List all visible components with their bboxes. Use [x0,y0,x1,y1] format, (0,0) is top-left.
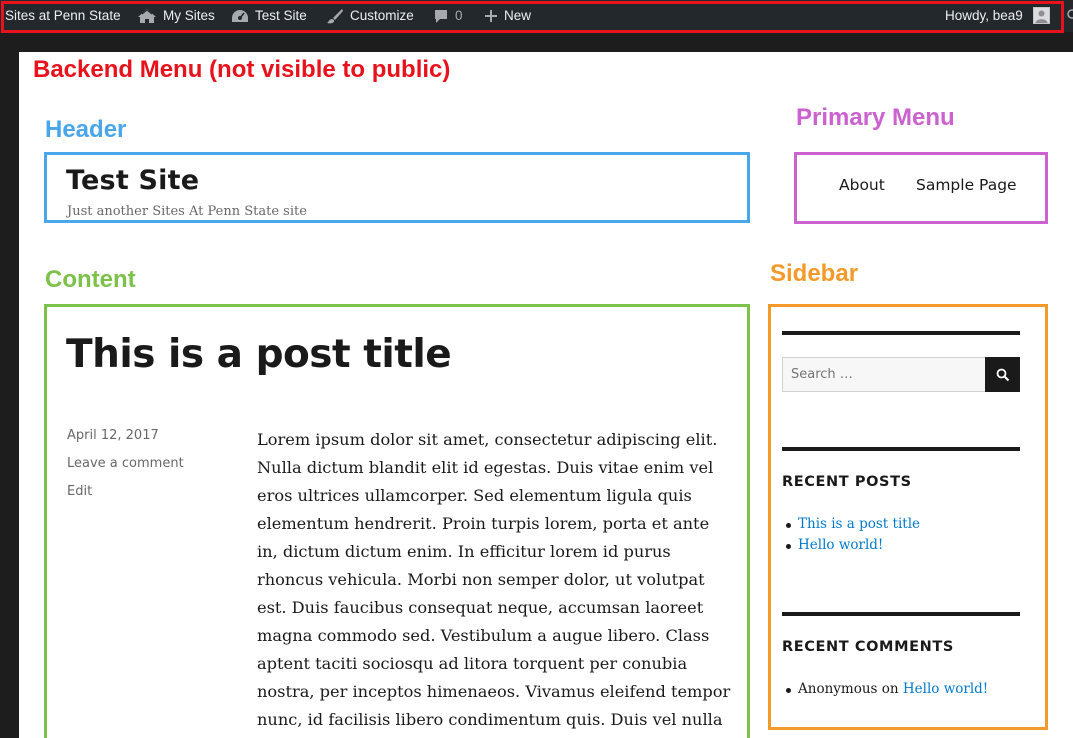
plus-icon [484,9,498,23]
howdy-user[interactable]: Howdy, bea9 [945,0,1023,32]
widget-divider [782,331,1020,335]
menu-item-about[interactable]: About [839,176,885,194]
edit-link[interactable]: Edit [67,484,92,499]
widget-divider [782,447,1020,451]
admin-bar: Sites at Penn State My Sites Test Site C… [0,0,1073,32]
menu-item-sample-page[interactable]: Sample Page [916,176,1017,194]
site-description: Just another Sites At Penn State site [67,204,307,219]
comment-bubble-icon [433,8,449,24]
avatar-icon[interactable] [1033,7,1050,24]
my-sites-label: My Sites [163,8,215,23]
search-toggle-icon[interactable] [1067,9,1073,23]
new-label: New [504,8,532,23]
primary-menu-annotation: Primary Menu [796,104,955,131]
widget-divider [782,612,1020,616]
my-sites-icon [137,8,157,24]
list-item: Anonymous on Hello world! [782,679,988,700]
leave-comment-link[interactable]: Leave a comment [67,456,184,471]
recent-posts-title: RECENT POSTS [782,474,912,490]
post-title[interactable]: This is a post title [66,332,452,377]
brush-icon [326,8,344,24]
site-title[interactable]: Test Site [66,165,199,196]
customize-label: Customize [350,8,414,23]
admin-bar-my-sites[interactable]: My Sites [137,0,215,32]
admin-bar-network-link[interactable]: Sites at Penn State [5,0,121,32]
backend-annotation: Backend Menu (not visible to public) [33,56,451,83]
admin-bar-customize[interactable]: Customize [326,0,414,32]
admin-bar-comments[interactable]: 0 [433,0,463,32]
recent-post-link[interactable]: Hello world! [798,537,883,553]
site-page: Backend Menu (not visible to public) Hea… [19,52,1073,738]
site-label: Test Site [255,8,307,23]
search-button[interactable] [985,357,1020,392]
comment-post-link[interactable]: Hello world! [903,681,988,697]
post-date[interactable]: April 12, 2017 [67,428,159,443]
list-item: This is a post title [782,514,920,535]
recent-comments-title: RECENT COMMENTS [782,639,954,655]
list-item: Hello world! [782,535,920,556]
content-annotation: Content [45,266,136,293]
sidebar-annotation: Sidebar [770,260,859,287]
post-body: Lorem ipsum dolor sit amet, consectetur … [257,430,731,729]
recent-comments-list: Anonymous on Hello world! [782,679,988,700]
admin-bar-site[interactable]: Test Site [231,0,307,32]
admin-bar-new[interactable]: New [484,0,531,32]
comments-count: 0 [455,8,463,23]
comment-author: Anonymous [798,681,878,697]
comment-on-text: on [881,681,899,697]
search-input[interactable] [782,357,986,392]
dashboard-icon [231,8,249,24]
recent-post-link[interactable]: This is a post title [798,516,920,532]
header-annotation: Header [45,116,127,143]
search-icon [985,368,1020,382]
recent-posts-list: This is a post title Hello world! [782,514,920,556]
